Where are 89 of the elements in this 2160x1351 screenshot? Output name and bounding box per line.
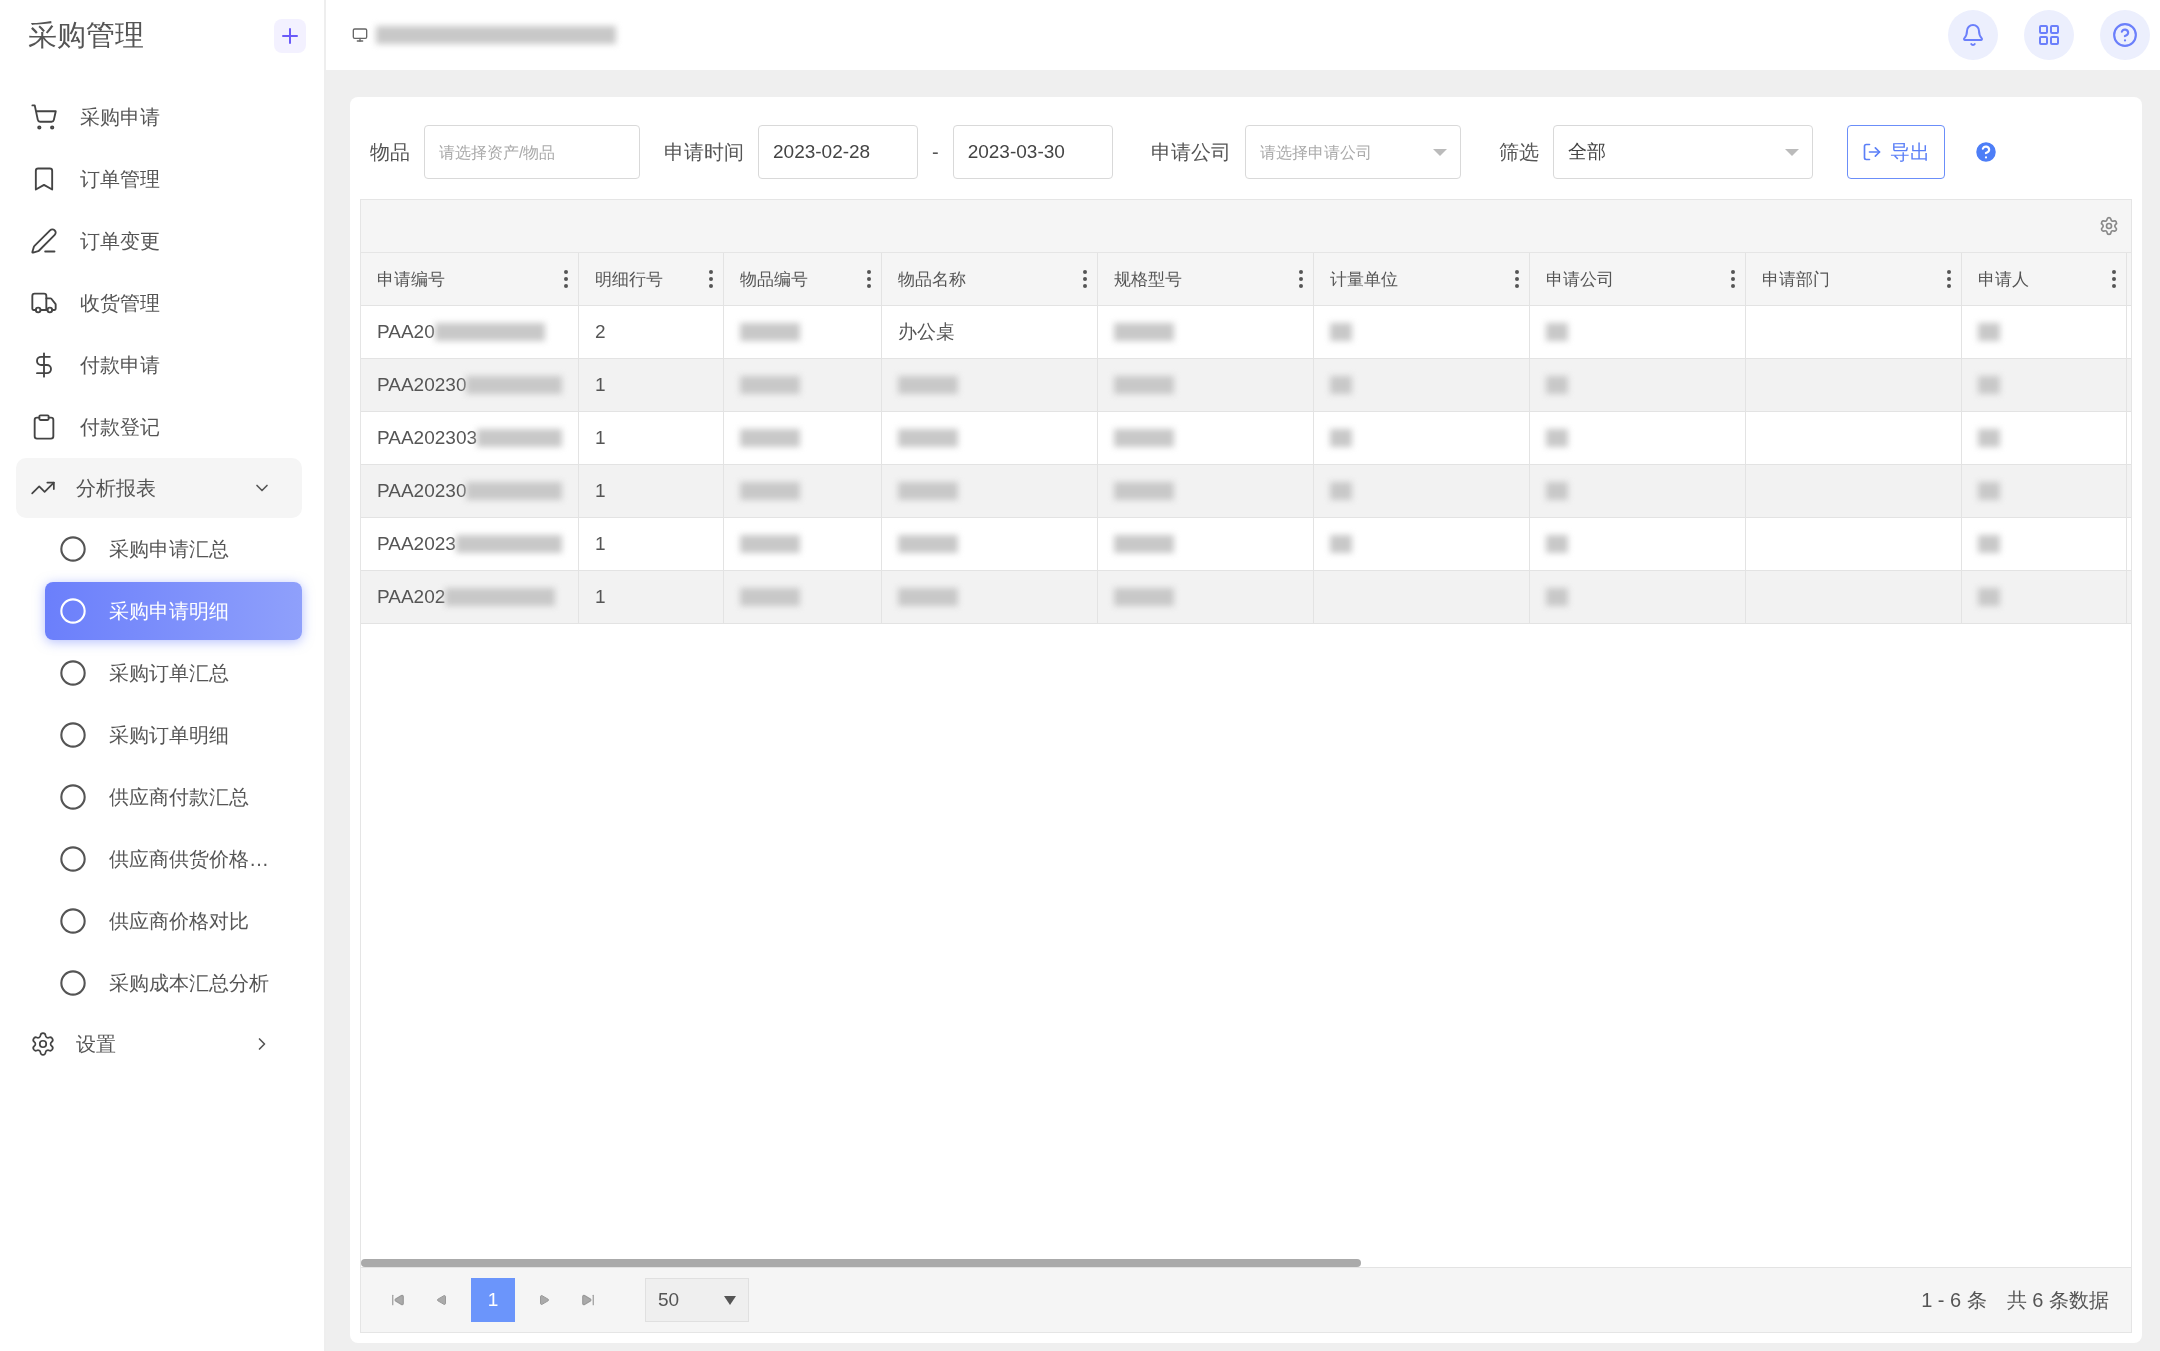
first-icon	[391, 1293, 405, 1307]
circle-icon	[59, 907, 87, 935]
column-header[interactable]: 物品编号	[724, 253, 882, 305]
cell-text: PAA202303	[377, 427, 477, 449]
more-icon[interactable]	[1083, 270, 1087, 288]
submenu-item[interactable]: 采购成本汇总分析	[45, 954, 302, 1012]
date-field[interactable]: 2023-03-30	[952, 125, 1113, 179]
menu-group[interactable]: 分析报表	[16, 458, 302, 518]
circle-icon	[59, 659, 87, 687]
column-header[interactable]: 物品名称	[882, 253, 1098, 305]
menu-item[interactable]: 订单变更	[0, 210, 324, 272]
scrollbar[interactable]	[361, 1259, 1361, 1267]
monitor-icon	[352, 27, 368, 43]
circle-icon	[59, 969, 87, 997]
menu-group[interactable]: 设置	[16, 1014, 302, 1074]
circle-icon	[59, 597, 87, 625]
menu-item[interactable]: 订单管理	[0, 148, 324, 210]
more-icon[interactable]	[1731, 270, 1735, 288]
cell-text: 办公桌	[898, 320, 955, 344]
filter-label: 筛选	[1498, 139, 1539, 165]
last-icon	[581, 1293, 595, 1307]
column-header[interactable]: 计量单位	[1314, 253, 1530, 305]
add-button[interactable]	[274, 19, 306, 53]
export-icon	[1861, 142, 1882, 162]
more-icon[interactable]	[1515, 270, 1519, 288]
submenu-item[interactable]: 采购订单汇总	[45, 644, 302, 702]
app-title: 采购管理	[28, 18, 144, 53]
column-header[interactable]: 申请公司	[1530, 253, 1746, 305]
bell-icon	[1961, 23, 1985, 47]
dropdown-icon	[1432, 149, 1447, 156]
column-header[interactable]: 规格型号	[1098, 253, 1314, 305]
apps-button[interactable]	[2024, 10, 2074, 60]
more-icon[interactable]	[1947, 270, 1951, 288]
menu-item[interactable]: 采购申请	[0, 86, 324, 148]
notification-button[interactable]	[1948, 10, 1998, 60]
previous-icon	[436, 1294, 448, 1306]
circle-icon	[59, 721, 87, 749]
menu-item[interactable]: 收货管理	[0, 272, 324, 334]
settings-icon	[30, 1031, 56, 1057]
cell-text: PAA20	[377, 321, 435, 343]
submenu-item[interactable]: 采购申请汇总	[45, 520, 302, 578]
dropdown-icon	[1784, 149, 1799, 156]
menu-item[interactable]: 付款申请	[0, 334, 324, 396]
more-icon[interactable]	[1299, 270, 1303, 288]
filter-label: 申请公司	[1150, 139, 1231, 165]
range-separator: -	[932, 140, 939, 164]
filter-label: 申请时间	[664, 139, 744, 165]
cell-text: PAA202	[377, 586, 446, 608]
pen-icon	[30, 227, 58, 255]
next-icon	[538, 1294, 550, 1306]
circle-icon	[59, 845, 87, 873]
help-button[interactable]	[2100, 10, 2150, 60]
more-icon[interactable]	[709, 270, 713, 288]
range-text: 1 - 6 条	[1921, 1287, 1987, 1313]
settings-icon[interactable]	[2099, 216, 2119, 236]
select-field[interactable]: 请选择申请公司	[1244, 125, 1461, 179]
cell-text: PAA20230	[377, 480, 467, 502]
menu-item[interactable]: 付款登记	[0, 396, 324, 458]
page-size-select[interactable]: 50	[645, 1278, 749, 1322]
submenu-item[interactable]: 采购订单明细	[45, 706, 302, 764]
cell-text: PAA2023	[377, 533, 456, 555]
more-icon[interactable]	[2112, 270, 2116, 288]
cell-text: 1	[595, 586, 606, 608]
column-header[interactable]: 申请编号	[361, 253, 579, 305]
cell-text: 1	[595, 427, 606, 449]
circle-icon	[59, 535, 87, 563]
more-icon[interactable]	[564, 270, 568, 288]
column-header[interactable]: 申请人	[1962, 253, 2127, 305]
total-text: 共 6 条数据	[2006, 1287, 2109, 1313]
cart-icon	[30, 103, 58, 131]
more-icon[interactable]	[867, 270, 871, 288]
column-header[interactable]: 明细行号	[579, 253, 724, 305]
date-field[interactable]: 2023-02-28	[758, 125, 918, 179]
filter-label: 物品	[370, 139, 410, 165]
cell-text: 1	[595, 533, 606, 555]
cell-text: 1	[595, 480, 606, 502]
export-button[interactable]: 导出	[1846, 125, 1945, 179]
column-header[interactable]: 申请部门	[1746, 253, 1962, 305]
item-field[interactable]: 请选择资产/物品	[424, 125, 640, 179]
select-field[interactable]: 全部	[1552, 125, 1813, 179]
submenu-item[interactable]: 供应商付款汇总	[45, 768, 302, 826]
cell-text: 2	[595, 321, 606, 343]
submenu-item[interactable]: 供应商价格对比	[45, 892, 302, 950]
help-icon	[2112, 22, 2138, 48]
cell-text: 1	[595, 374, 606, 396]
grid-icon	[2037, 23, 2061, 47]
submenu-item[interactable]: 供应商供货价格…	[45, 830, 302, 888]
cell-text: PAA20230	[377, 374, 467, 396]
circle-icon	[59, 783, 87, 811]
